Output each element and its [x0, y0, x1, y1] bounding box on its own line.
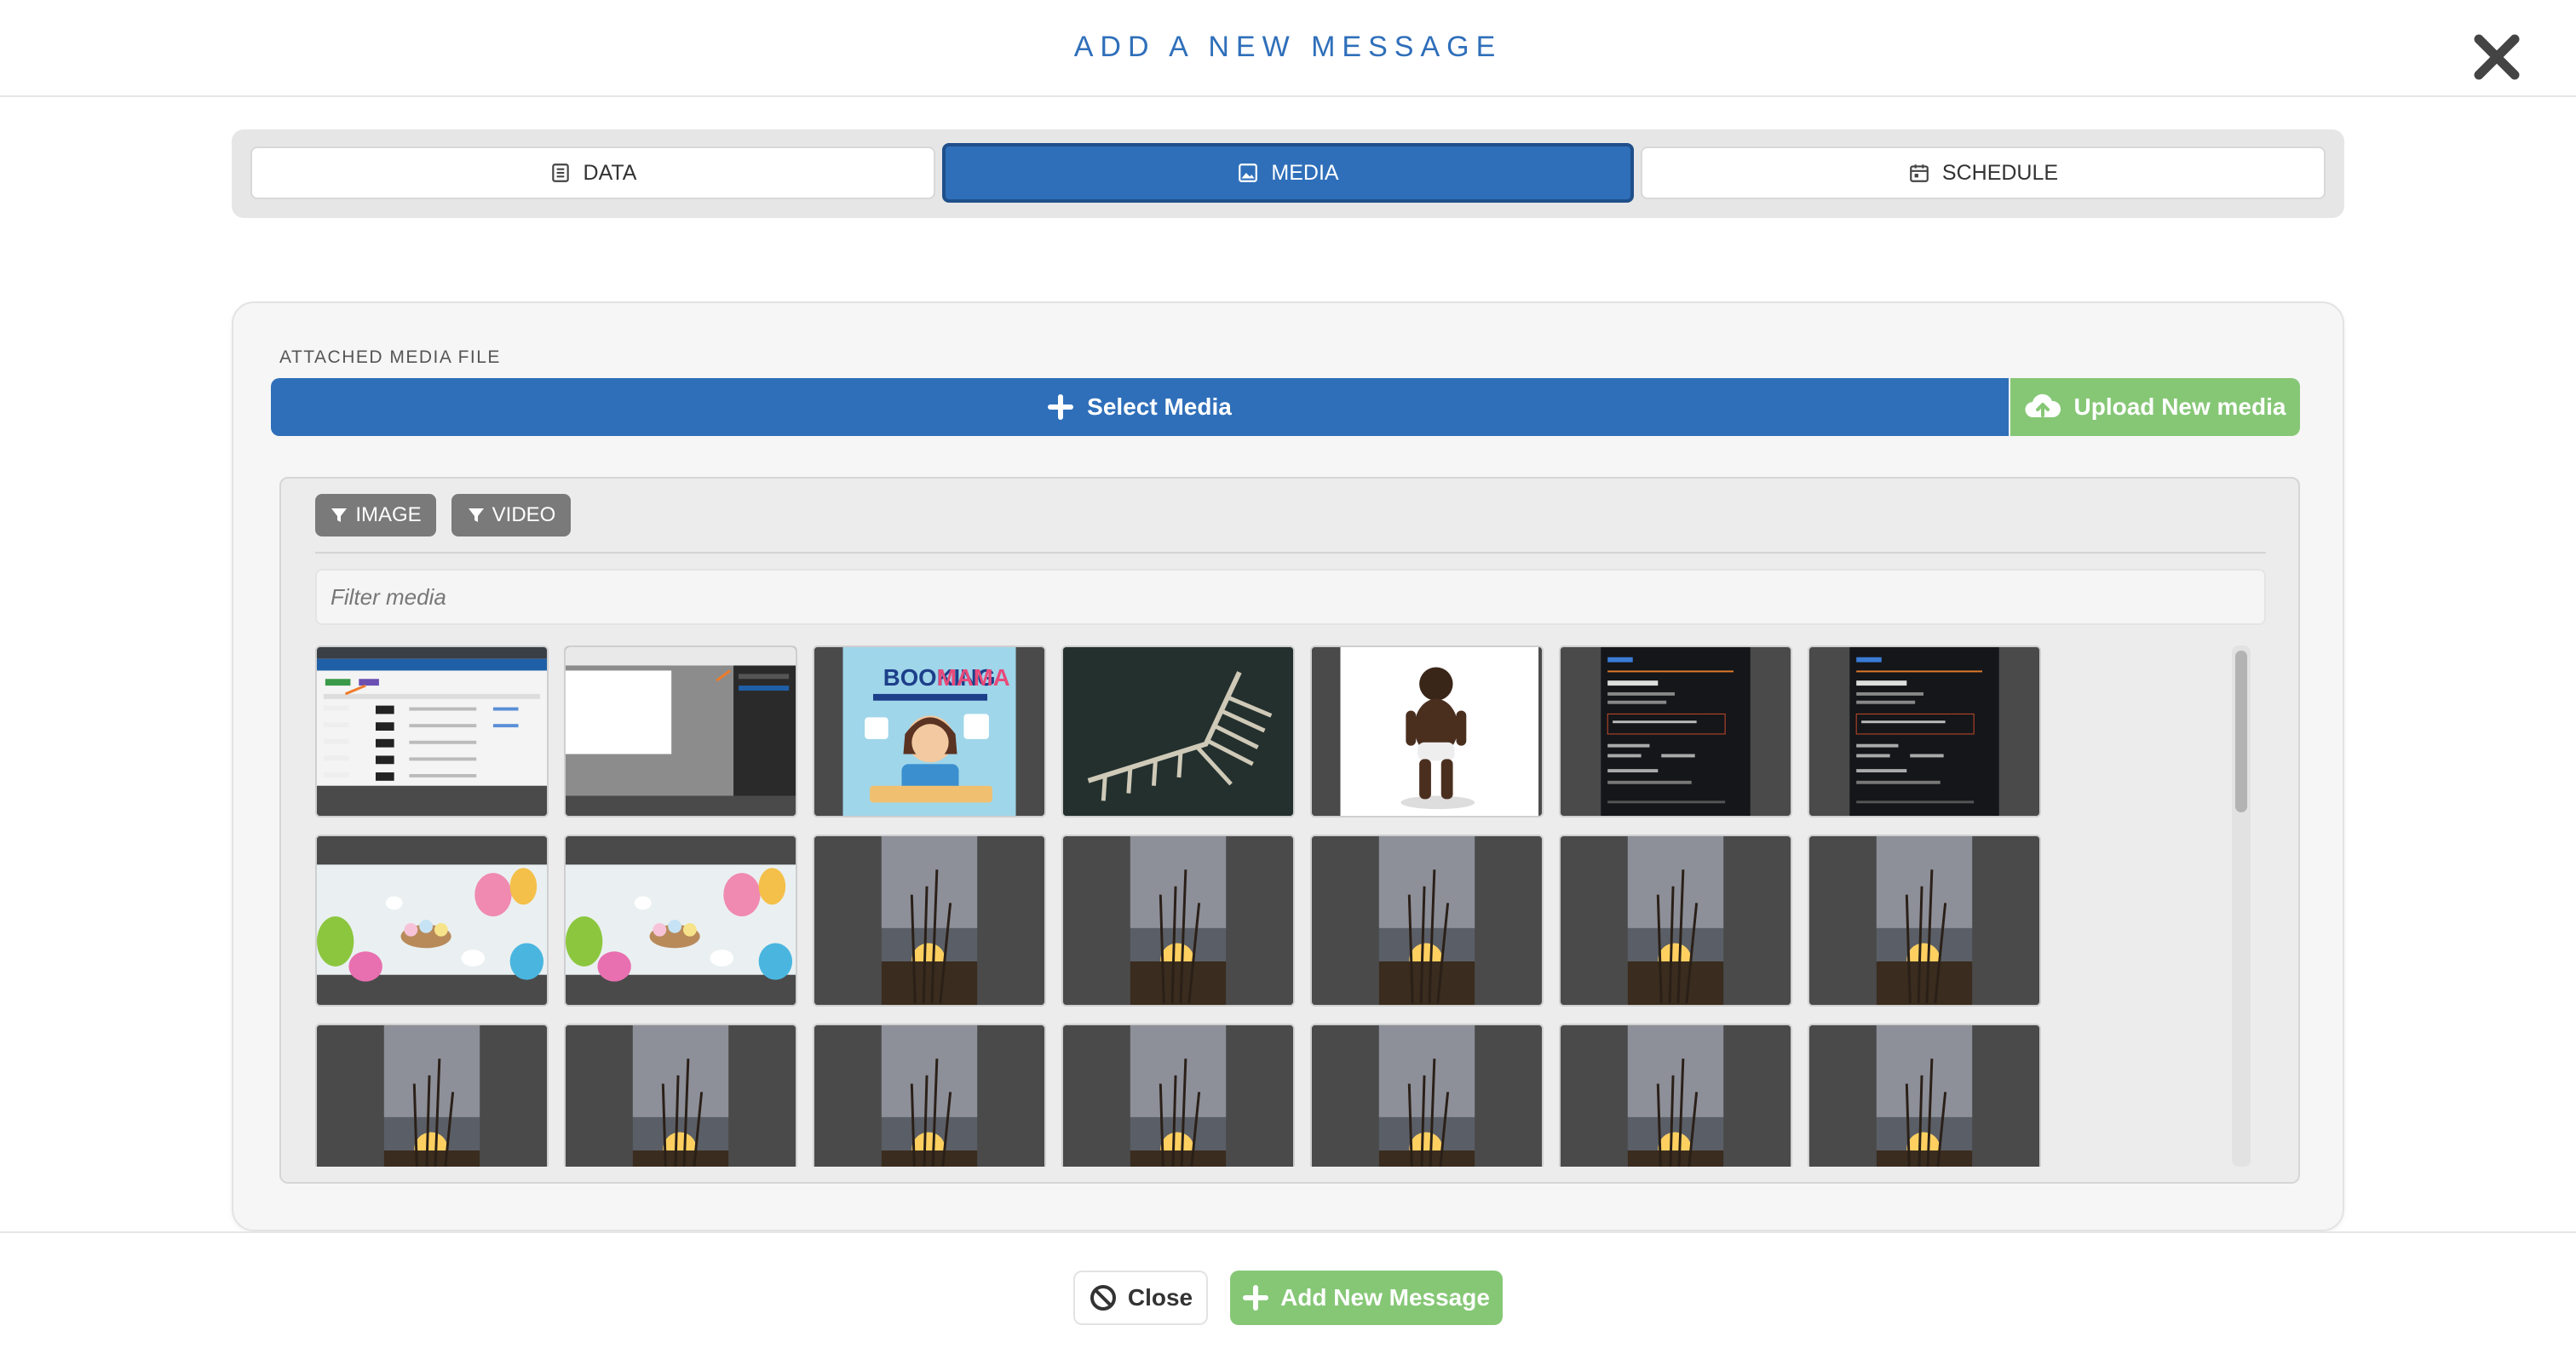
media-thumbnail-sunset-grass[interactable]: [1808, 1024, 2041, 1167]
media-thumbnail-sunset-grass[interactable]: [1808, 835, 2041, 1007]
tab-media-label: MEDIA: [1271, 160, 1339, 185]
media-library: IMAGE VIDEO Filter media BOOKING MAMA: [279, 477, 2300, 1184]
media-thumbnail-sunset-grass[interactable]: [1310, 835, 1544, 1007]
media-thumbnail-sunset-grass[interactable]: [1559, 835, 1792, 1007]
plus-icon: [1048, 394, 1074, 420]
filter-image-button[interactable]: IMAGE: [315, 494, 436, 536]
filter-video-label: VIDEO: [492, 503, 556, 526]
media-thumbnail-baby-figure[interactable]: [1310, 645, 1544, 818]
booking-subtitle-text: MAMA: [937, 664, 1010, 691]
media-thumbnail-sunset-grass[interactable]: [1310, 1024, 1544, 1167]
media-thumbnail-sunset-grass[interactable]: [813, 835, 1046, 1007]
media-thumbnail-screenshot-table[interactable]: [315, 645, 549, 818]
filter-media-input[interactable]: [315, 569, 2266, 625]
modal-title: ADD A NEW MESSAGE: [1073, 31, 1503, 63]
close-x-icon[interactable]: [2467, 27, 2527, 87]
cloud-upload-icon: [2025, 393, 2061, 418]
media-thumbnail-sunset-grass[interactable]: [1061, 835, 1295, 1007]
media-thumbnail-screenshot-dialog[interactable]: [564, 645, 797, 818]
plus-icon: [1243, 1285, 1269, 1311]
tab-bar: DATA MEDIA SCHEDULE: [232, 129, 2344, 218]
media-panel: ATTACHED MEDIA FILE Select Media Upload …: [232, 301, 2344, 1231]
media-thumbnail-easter-eggs[interactable]: [315, 835, 549, 1007]
media-thumbnail-dark-email[interactable]: [1808, 645, 2041, 818]
tab-data-label: DATA: [583, 160, 637, 185]
close-button-label: Close: [1127, 1284, 1193, 1311]
tab-schedule-label: SCHEDULE: [1941, 160, 2059, 185]
media-thumbnail-booking-mama[interactable]: BOOKING MAMA: [813, 645, 1046, 818]
modal-header: ADD A NEW MESSAGE: [0, 0, 2576, 97]
media-thumbnail-sunset-grass[interactable]: [1061, 1024, 1295, 1167]
upload-new-media-button[interactable]: Upload New media: [2010, 378, 2300, 436]
filter-icon: [468, 508, 484, 522]
select-media-label: Select Media: [1087, 393, 1232, 420]
media-thumbnail-sunset-grass[interactable]: [1559, 1024, 1792, 1167]
tab-data[interactable]: DATA: [250, 146, 935, 199]
image-icon: [1239, 164, 1258, 182]
select-media-button[interactable]: Select Media: [271, 378, 2009, 436]
media-thumbnail-easter-eggs[interactable]: [564, 835, 797, 1007]
media-grid: BOOKING MAMA: [315, 645, 2266, 1167]
media-scrollbar-thumb[interactable]: [2235, 651, 2247, 812]
media-scrollbar[interactable]: [2232, 645, 2251, 1167]
add-new-message-label: Add New Message: [1280, 1284, 1490, 1311]
media-thumbnail-dock-aerial[interactable]: [1061, 645, 1295, 818]
media-thumbnail-sunset-grass[interactable]: [564, 1024, 797, 1167]
filter-icon: [331, 508, 348, 522]
filter-video-button[interactable]: VIDEO: [451, 494, 571, 536]
add-new-message-button[interactable]: Add New Message: [1230, 1271, 1503, 1325]
upload-media-label: Upload New media: [2073, 393, 2286, 420]
document-icon: [551, 164, 569, 182]
modal-footer: Close Add New Message: [0, 1231, 2576, 1354]
media-thumbnail-sunset-grass[interactable]: [315, 1024, 549, 1167]
tab-media[interactable]: MEDIA: [942, 143, 1634, 203]
media-thumbnail-dark-email[interactable]: [1559, 645, 1792, 818]
media-thumbnail-sunset-grass[interactable]: [813, 1024, 1046, 1167]
tab-schedule[interactable]: SCHEDULE: [1641, 146, 2326, 199]
attached-media-label: ATTACHED MEDIA FILE: [279, 347, 501, 367]
library-divider: [315, 552, 2266, 554]
close-button[interactable]: Close: [1073, 1271, 1208, 1325]
calendar-icon: [1910, 164, 1929, 182]
filter-image-label: IMAGE: [355, 503, 422, 526]
ban-icon: [1090, 1285, 1116, 1311]
